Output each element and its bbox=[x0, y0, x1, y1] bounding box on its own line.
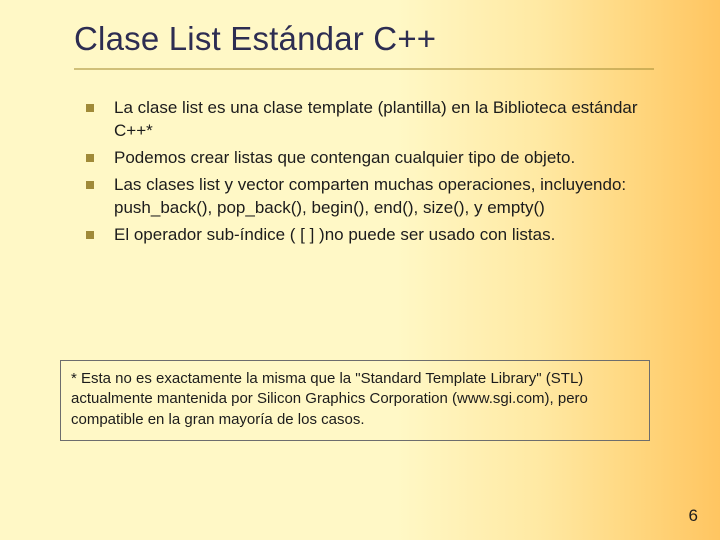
list-item: Las clases list y vector comparten mucha… bbox=[86, 174, 646, 220]
bullet-list: La clase list es una clase template (pla… bbox=[86, 97, 646, 251]
list-item: La clase list es una clase template (pla… bbox=[86, 97, 646, 143]
slide-title: Clase List Estándar C++ bbox=[74, 20, 436, 58]
bullet-text: Podemos crear listas que contengan cualq… bbox=[114, 147, 646, 170]
page-number: 6 bbox=[689, 506, 698, 526]
square-bullet-icon bbox=[86, 181, 94, 189]
bullet-text: La clase list es una clase template (pla… bbox=[114, 97, 646, 143]
list-item: El operador sub-índice ( [ ] )no puede s… bbox=[86, 224, 646, 247]
square-bullet-icon bbox=[86, 231, 94, 239]
bullet-text: El operador sub-índice ( [ ] )no puede s… bbox=[114, 224, 646, 247]
square-bullet-icon bbox=[86, 104, 94, 112]
bullet-text: Las clases list y vector comparten mucha… bbox=[114, 174, 646, 220]
square-bullet-icon bbox=[86, 154, 94, 162]
footnote-text: * Esta no es exactamente la misma que la… bbox=[71, 369, 639, 430]
footnote-box: * Esta no es exactamente la misma que la… bbox=[60, 360, 650, 441]
title-underline bbox=[74, 68, 654, 70]
slide: Clase List Estándar C++ La clase list es… bbox=[0, 0, 720, 540]
list-item: Podemos crear listas que contengan cualq… bbox=[86, 147, 646, 170]
